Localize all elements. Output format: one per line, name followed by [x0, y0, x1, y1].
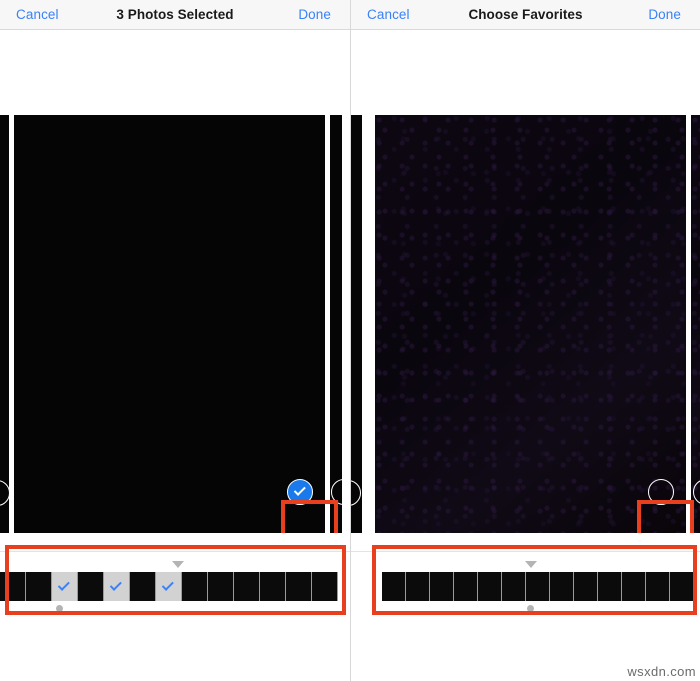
- filmstrip-left[interactable]: [0, 555, 350, 615]
- checkmark-glyph: [109, 578, 122, 591]
- filmstrip-thumbnail[interactable]: [646, 572, 670, 601]
- filmstrip-thumbnail[interactable]: [550, 572, 574, 601]
- filmstrip-thumbnail[interactable]: [182, 572, 208, 601]
- filmstrip-thumbnail[interactable]: [502, 572, 526, 601]
- triangle-down-icon-left: [172, 561, 184, 568]
- done-button[interactable]: Done: [298, 7, 331, 22]
- circle-outline-partial-icon-left[interactable]: [0, 480, 9, 506]
- navigation-bar-left: Cancel 3 Photos Selected Done: [0, 0, 350, 30]
- filmstrip-track-left[interactable]: [0, 572, 350, 601]
- circle-outline-partial-icon-left-rp[interactable]: [351, 480, 361, 506]
- filmstrip-thumbnail[interactable]: [312, 572, 338, 601]
- position-dot-icon-left: [56, 605, 63, 612]
- cancel-button-right[interactable]: Cancel: [367, 7, 410, 22]
- filmstrip-thumbnail[interactable]: [234, 572, 260, 601]
- watermark-label: wsxdn.com: [627, 664, 696, 679]
- adjacent-photo-left-right-panel[interactable]: [351, 115, 362, 533]
- main-photo-right[interactable]: [375, 115, 686, 533]
- filmstrip-thumbnail[interactable]: [526, 572, 550, 601]
- filmstrip-zone-left: [0, 533, 350, 681]
- main-photo[interactable]: [14, 115, 325, 533]
- filmstrip-zone-right: [351, 533, 700, 681]
- filmstrip-thumbnail[interactable]: [478, 572, 502, 601]
- filmstrip-thumbnail[interactable]: [454, 572, 478, 601]
- cancel-button[interactable]: Cancel: [16, 7, 59, 22]
- panel-photos-selected: Cancel 3 Photos Selected Done: [0, 0, 350, 681]
- position-dot-icon-right: [527, 605, 534, 612]
- circle-outline-icon[interactable]: [648, 479, 674, 505]
- filmstrip-thumbnail[interactable]: [26, 572, 52, 601]
- filmstrip-thumbnail[interactable]: [286, 572, 312, 601]
- checkmark-circle-filled-icon[interactable]: [287, 479, 313, 505]
- photo-stage-right: [351, 115, 700, 553]
- adjacent-photo-left[interactable]: [0, 115, 9, 533]
- filmstrip-thumbnail[interactable]: [52, 572, 78, 601]
- content-spacer-left: [0, 30, 350, 115]
- navigation-bar-right: Cancel Choose Favorites Done: [351, 0, 700, 30]
- checkmark-glyph: [161, 578, 174, 591]
- circle-outline-partial-icon-right-rp[interactable]: [693, 479, 700, 505]
- filmstrip-thumbnail[interactable]: [670, 572, 694, 601]
- filmstrip-thumbnail[interactable]: [406, 572, 430, 601]
- screenshot-root: Cancel 3 Photos Selected Done Cancel Cho…: [0, 0, 700, 681]
- filmstrip-right[interactable]: [351, 555, 700, 615]
- filmstrip-thumbnail[interactable]: [574, 572, 598, 601]
- content-spacer-right: [351, 30, 700, 115]
- filmstrip-thumbnail[interactable]: [622, 572, 646, 601]
- panel-choose-favorites: Cancel Choose Favorites Done wsxdn.com: [350, 0, 700, 681]
- triangle-down-icon-right: [525, 561, 537, 568]
- filmstrip-thumbnail[interactable]: [260, 572, 286, 601]
- filmstrip-thumbnail[interactable]: [0, 572, 26, 601]
- filmstrip-thumbnail[interactable]: [78, 572, 104, 601]
- adjacent-photo-right[interactable]: [330, 115, 342, 533]
- checkmark-glyph: [57, 578, 70, 591]
- circle-outline-partial-icon-right[interactable]: [331, 479, 342, 505]
- filmstrip-thumbnail[interactable]: [430, 572, 454, 601]
- filmstrip-thumbnail[interactable]: [104, 572, 130, 601]
- filmstrip-thumbnail[interactable]: [382, 572, 406, 601]
- filmstrip-thumbnail[interactable]: [156, 572, 182, 601]
- divider-right: [351, 551, 700, 552]
- divider-left: [0, 551, 350, 552]
- filmstrip-track-right[interactable]: [382, 572, 700, 601]
- filmstrip-thumbnail[interactable]: [208, 572, 234, 601]
- done-button-right[interactable]: Done: [648, 7, 681, 22]
- adjacent-photo-right-right-panel[interactable]: [691, 115, 700, 533]
- filmstrip-thumbnail[interactable]: [130, 572, 156, 601]
- checkmark-glyph: [293, 483, 306, 496]
- filmstrip-thumbnail[interactable]: [598, 572, 622, 601]
- photo-stage-left: [0, 115, 350, 553]
